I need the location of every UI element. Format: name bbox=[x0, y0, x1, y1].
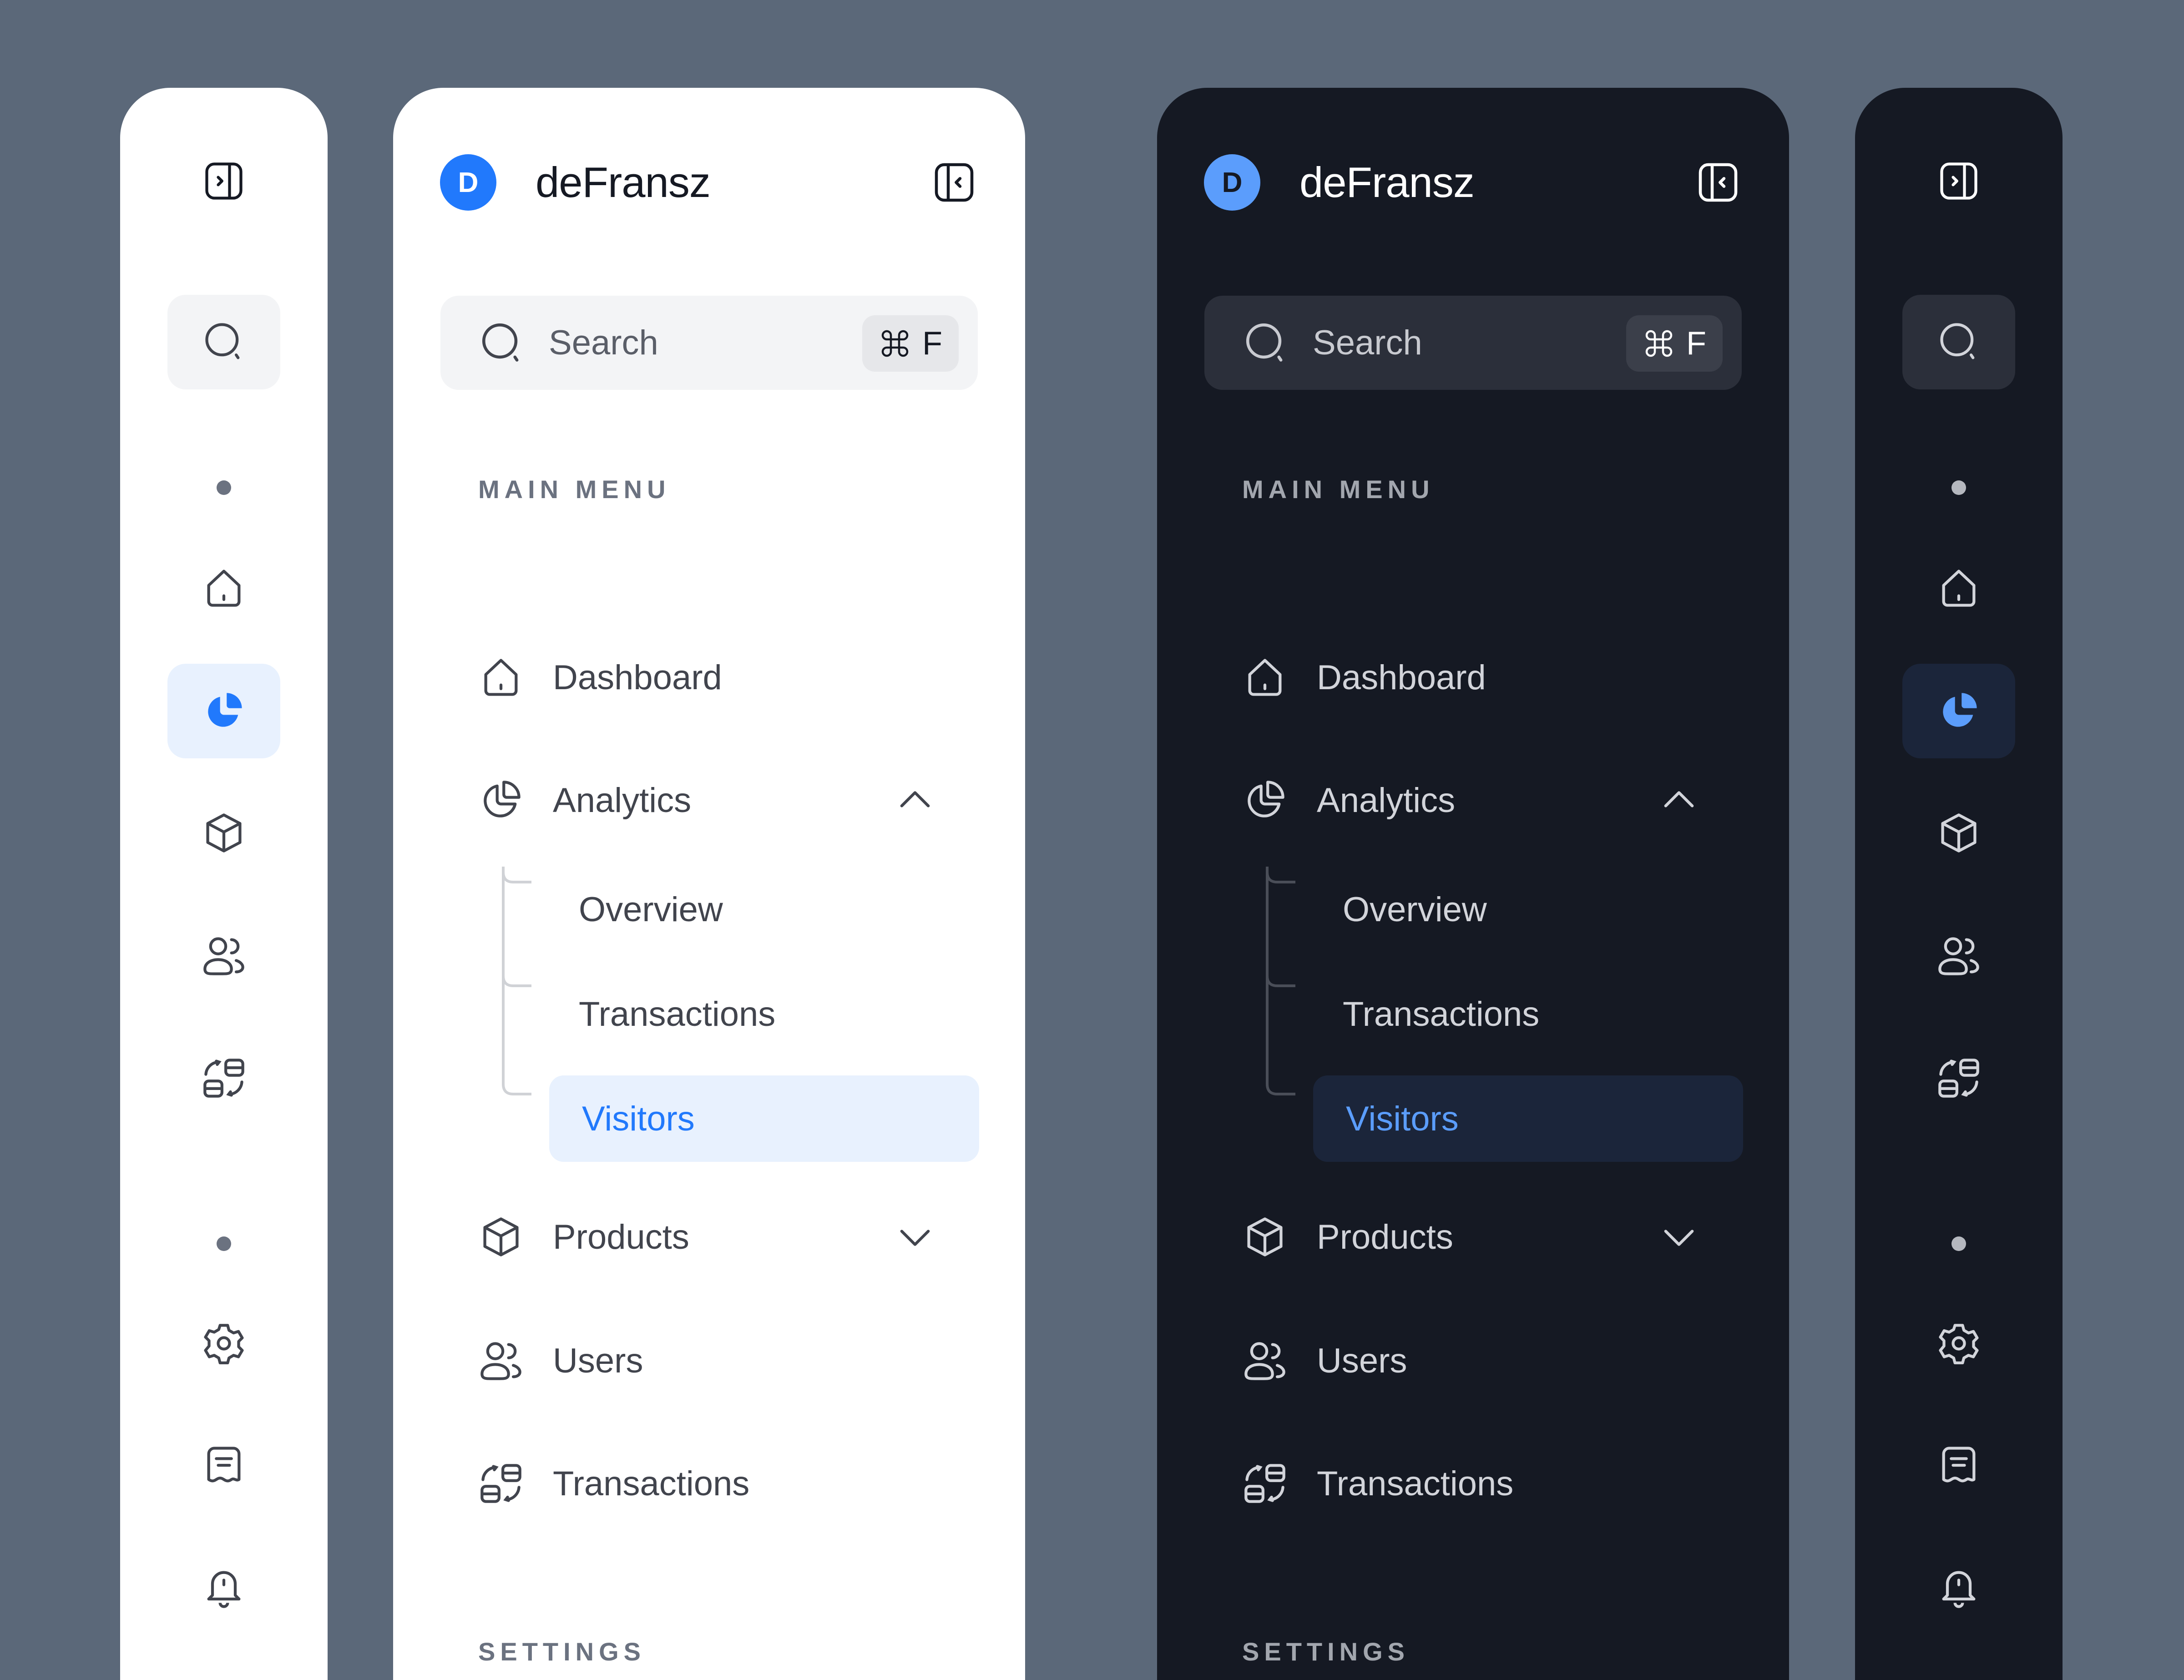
menu-item-label: Dashboard bbox=[1317, 658, 1486, 697]
menu-item-label: Analytics bbox=[1317, 781, 1456, 820]
menu-item-products[interactable]: Products bbox=[1242, 1207, 1702, 1266]
users-icon bbox=[1242, 1338, 1288, 1383]
section-label-main-menu: MAIN MENU bbox=[478, 475, 671, 504]
menu-item-label: Dashboard bbox=[553, 658, 722, 697]
command-key-icon bbox=[879, 327, 911, 360]
home-icon bbox=[478, 655, 524, 700]
box-icon bbox=[1242, 1214, 1288, 1260]
transactions-icon[interactable] bbox=[1936, 1055, 1982, 1101]
expanded-sidebar-dark: D deFransz Search F MAIN MENU Dashboard … bbox=[1157, 88, 1789, 1680]
collapsed-sidebar-light bbox=[120, 88, 328, 1680]
menu-item-label: Transactions bbox=[1317, 1464, 1514, 1503]
bell-icon[interactable] bbox=[201, 1565, 247, 1610]
home-icon[interactable] bbox=[1936, 565, 1982, 611]
receipt-icon[interactable] bbox=[201, 1443, 247, 1488]
menu-item-users[interactable]: Users bbox=[1242, 1331, 1702, 1390]
section-divider-dot bbox=[217, 480, 231, 495]
expanded-sidebar-light: D deFransz Search F MAIN MENU Dashboard … bbox=[393, 88, 1025, 1680]
shortcut-key: F bbox=[922, 325, 942, 362]
menu-item-analytics[interactable]: Analytics bbox=[478, 771, 938, 830]
transactions-icon[interactable] bbox=[201, 1055, 247, 1101]
shortcut-badge: F bbox=[862, 315, 959, 372]
section-divider-dot bbox=[217, 1236, 231, 1251]
chevron-down-icon bbox=[892, 1214, 938, 1260]
search-placeholder: Search bbox=[549, 323, 658, 362]
gear-icon[interactable] bbox=[201, 1321, 247, 1366]
box-icon[interactable] bbox=[201, 810, 247, 856]
submenu-item-overview[interactable]: Overview bbox=[1310, 866, 1740, 953]
section-divider-dot bbox=[1951, 480, 1966, 495]
expand-sidebar-icon[interactable] bbox=[1936, 158, 1982, 204]
receipt-icon[interactable] bbox=[1936, 1443, 1982, 1488]
menu-item-label: Products bbox=[1317, 1217, 1453, 1256]
transactions-icon bbox=[1242, 1461, 1288, 1506]
menu-item-dashboard[interactable]: Dashboard bbox=[478, 648, 938, 707]
menu-item-transactions[interactable]: Transactions bbox=[478, 1454, 938, 1513]
avatar[interactable]: D bbox=[440, 154, 496, 211]
menu-item-products[interactable]: Products bbox=[478, 1207, 938, 1266]
section-label-main-menu: MAIN MENU bbox=[1242, 475, 1435, 504]
menu-item-transactions[interactable]: Transactions bbox=[1242, 1454, 1702, 1513]
search-icon[interactable] bbox=[201, 319, 247, 364]
gear-icon[interactable] bbox=[1936, 1321, 1982, 1366]
shortcut-key: F bbox=[1686, 325, 1706, 362]
home-icon bbox=[1242, 655, 1288, 700]
search-icon[interactable] bbox=[1936, 319, 1982, 364]
bell-icon[interactable] bbox=[1936, 1565, 1982, 1610]
submenu-tree-line bbox=[1266, 867, 1295, 1095]
collapse-sidebar-button[interactable] bbox=[930, 159, 978, 206]
expand-sidebar-icon[interactable] bbox=[201, 158, 247, 204]
search-placeholder: Search bbox=[1313, 323, 1422, 362]
brand: D deFransz bbox=[440, 154, 711, 211]
users-icon[interactable] bbox=[201, 933, 247, 979]
menu-item-label: Transactions bbox=[553, 1464, 750, 1503]
search-icon bbox=[1242, 319, 1290, 367]
menu-item-analytics[interactable]: Analytics bbox=[1242, 771, 1702, 830]
pie-chart-icon[interactable] bbox=[201, 688, 247, 734]
collapse-sidebar-icon bbox=[930, 159, 978, 206]
menu-item-label: Users bbox=[553, 1341, 643, 1380]
command-key-icon bbox=[1643, 327, 1675, 360]
users-icon[interactable] bbox=[1936, 933, 1982, 979]
home-icon[interactable] bbox=[201, 565, 247, 611]
submenu-item-overview[interactable]: Overview bbox=[546, 866, 976, 953]
menu-item-dashboard[interactable]: Dashboard bbox=[1242, 648, 1702, 707]
menu-item-label: Analytics bbox=[553, 781, 692, 820]
menu-item-label: Users bbox=[1317, 1341, 1407, 1380]
pie-chart-icon bbox=[478, 777, 524, 823]
chevron-up-icon bbox=[1656, 777, 1702, 823]
avatar[interactable]: D bbox=[1204, 154, 1260, 211]
submenu-item-visitors[interactable]: Visitors bbox=[549, 1075, 979, 1162]
box-icon[interactable] bbox=[1936, 810, 1982, 856]
transactions-icon bbox=[478, 1461, 524, 1506]
section-divider-dot bbox=[1951, 1236, 1966, 1251]
submenu-tree-line bbox=[502, 867, 531, 1095]
pie-chart-icon[interactable] bbox=[1936, 688, 1982, 734]
submenu-item-transactions[interactable]: Transactions bbox=[1310, 971, 1740, 1057]
shortcut-badge: F bbox=[1626, 315, 1723, 372]
search-input[interactable]: Search F bbox=[440, 296, 978, 390]
submenu-item-transactions[interactable]: Transactions bbox=[546, 971, 976, 1057]
menu-item-users[interactable]: Users bbox=[478, 1331, 938, 1390]
pie-chart-icon bbox=[1242, 777, 1288, 823]
section-label-settings: SETTINGS bbox=[478, 1637, 646, 1666]
box-icon bbox=[478, 1214, 524, 1260]
submenu-item-visitors[interactable]: Visitors bbox=[1313, 1075, 1743, 1162]
users-icon bbox=[478, 1338, 524, 1383]
chevron-up-icon bbox=[892, 777, 938, 823]
section-label-settings: SETTINGS bbox=[1242, 1637, 1410, 1666]
collapse-sidebar-button[interactable] bbox=[1694, 159, 1742, 206]
collapsed-sidebar-dark bbox=[1855, 88, 2063, 1680]
brand-name: deFransz bbox=[536, 158, 711, 206]
chevron-down-icon bbox=[1656, 1214, 1702, 1260]
search-icon bbox=[478, 319, 526, 367]
search-input[interactable]: Search F bbox=[1204, 296, 1742, 390]
collapse-sidebar-icon bbox=[1694, 159, 1742, 206]
brand-name: deFransz bbox=[1299, 158, 1475, 206]
brand: D deFransz bbox=[1204, 154, 1475, 211]
menu-item-label: Products bbox=[553, 1217, 689, 1256]
